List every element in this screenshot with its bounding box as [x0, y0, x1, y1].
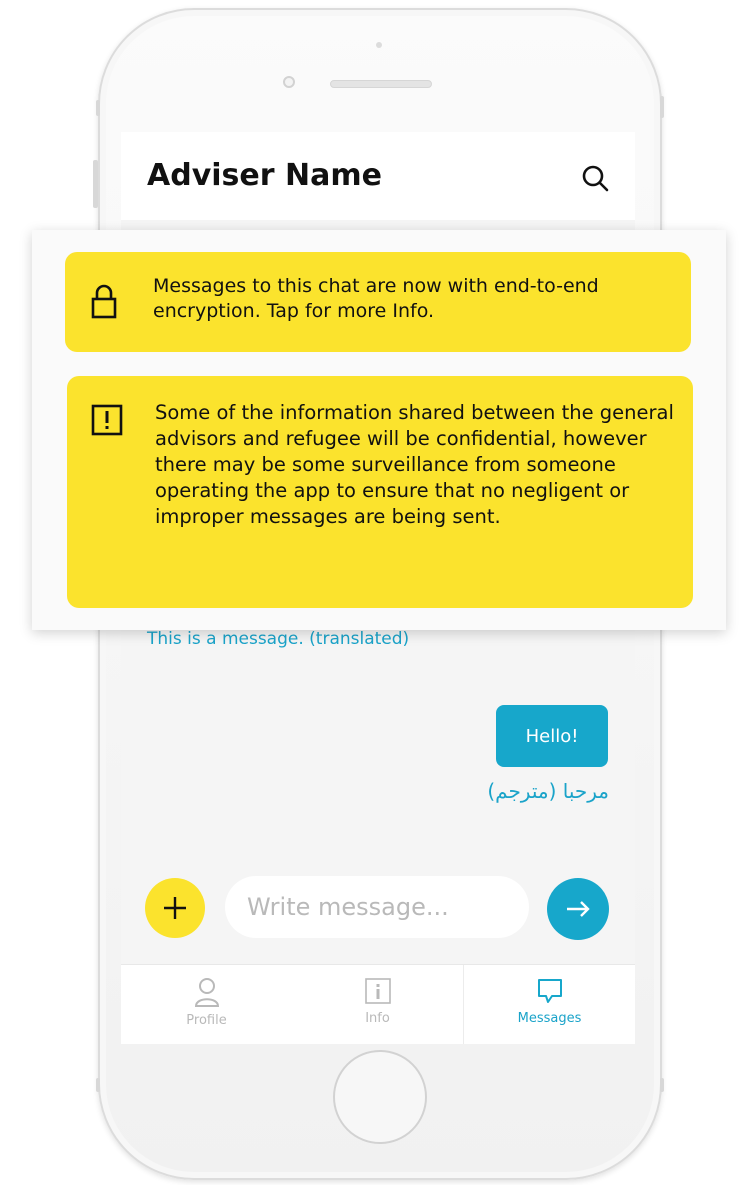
encryption-notice[interactable]: Messages to this chat are now with end-t… — [65, 252, 691, 352]
earpiece-speaker — [330, 80, 432, 88]
encryption-notice-text: Messages to this chat are now with end-t… — [153, 275, 599, 322]
front-camera — [283, 76, 295, 88]
outgoing-message-bubble[interactable]: Hello! — [496, 705, 608, 767]
chat-header: Adviser Name — [121, 132, 635, 220]
surveillance-notice-text: Some of the information shared between t… — [155, 401, 674, 528]
incoming-message-translation: This is a message. (translated) — [147, 629, 410, 649]
phone-side-button — [96, 100, 100, 116]
arrow-right-icon — [567, 901, 590, 917]
chat-bubble-icon — [537, 979, 562, 1003]
lock-icon — [91, 284, 117, 319]
outgoing-message-translation: مرحبا (مترجم) — [487, 779, 609, 803]
adviser-name-title: Adviser Name — [147, 158, 382, 193]
notice-overlay-card: Messages to this chat are now with end-t… — [32, 230, 726, 630]
alert-icon — [91, 404, 123, 436]
send-button[interactable] — [547, 878, 609, 940]
phone-side-button — [93, 160, 98, 208]
tab-label: Profile — [186, 1013, 227, 1028]
tab-info[interactable]: Info — [292, 965, 463, 1044]
add-attachment-button[interactable] — [145, 878, 205, 938]
tab-label: Info — [365, 1011, 390, 1026]
tab-profile[interactable]: Profile — [121, 965, 292, 1044]
plus-icon — [164, 897, 186, 919]
phone-side-button — [660, 96, 664, 118]
bottom-tab-bar: Profile Info Messages — [121, 964, 635, 1044]
home-button[interactable] — [333, 1050, 427, 1144]
search-icon[interactable] — [581, 164, 611, 194]
surveillance-notice: Some of the information shared between t… — [67, 376, 693, 608]
phone-side-button — [96, 1078, 100, 1092]
tab-messages[interactable]: Messages — [463, 965, 635, 1044]
message-input[interactable] — [225, 876, 529, 938]
info-icon — [364, 978, 391, 1004]
phone-side-button — [660, 1078, 664, 1092]
tab-label: Messages — [517, 1011, 582, 1026]
proximity-sensor — [376, 42, 382, 48]
person-icon — [194, 978, 219, 1007]
